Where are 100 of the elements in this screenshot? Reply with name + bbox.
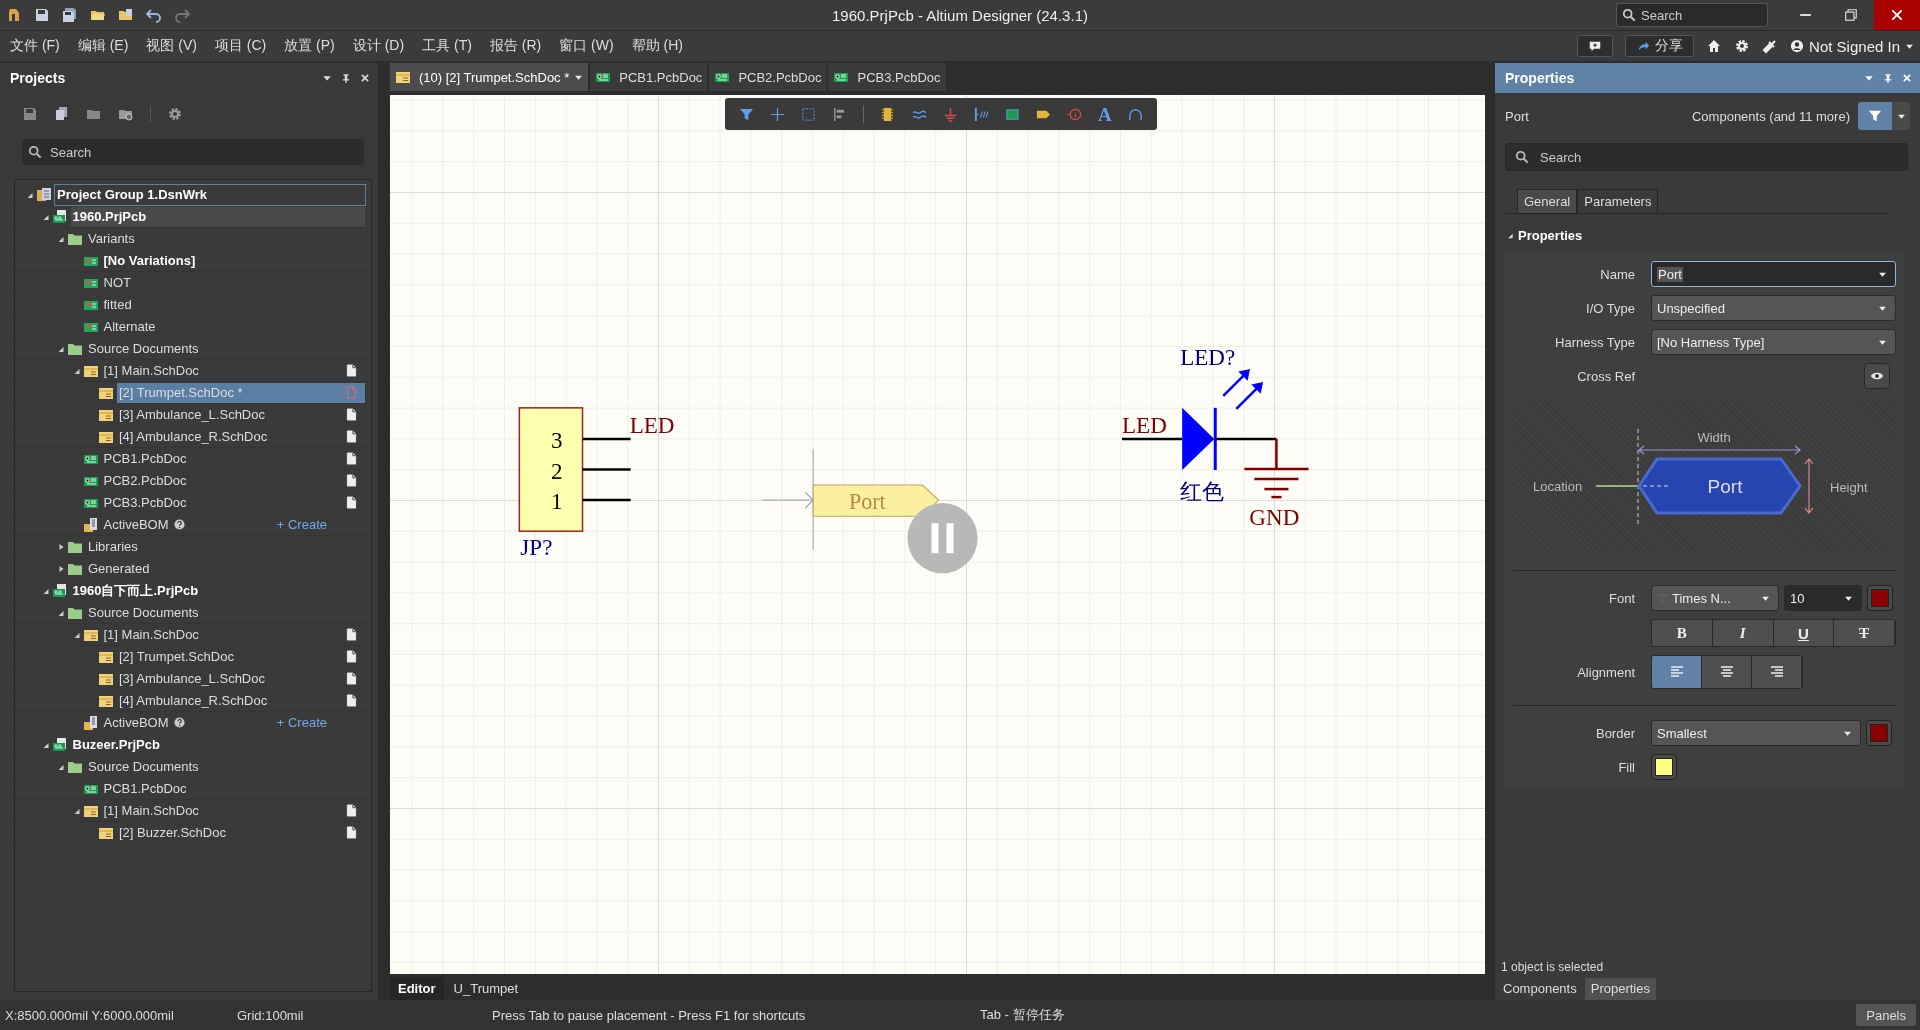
panel-menu-icon[interactable] bbox=[322, 73, 332, 83]
menu-item[interactable]: 帮助 (H) bbox=[631, 37, 683, 55]
collapse-arrow-icon[interactable] bbox=[72, 630, 81, 639]
menu-item[interactable]: 编辑 (E) bbox=[77, 37, 129, 55]
undo-icon[interactable] bbox=[146, 7, 162, 23]
menu-item[interactable]: 报告 (R) bbox=[489, 37, 542, 55]
border-dropdown[interactable]: Smallest bbox=[1651, 720, 1861, 746]
redo-icon[interactable] bbox=[174, 7, 190, 23]
menu-item[interactable]: 设计 (D) bbox=[352, 37, 405, 55]
menu-item[interactable]: 窗口 (W) bbox=[559, 37, 614, 55]
collapse-arrow-icon[interactable] bbox=[57, 762, 65, 771]
editor-tab[interactable]: Editor bbox=[390, 976, 444, 1000]
search-field[interactable]: Search bbox=[22, 139, 364, 165]
document-tab[interactable]: PCB2.PcbDoc bbox=[709, 63, 827, 91]
connector-body[interactable] bbox=[518, 407, 584, 532]
text-style-button[interactable]: B bbox=[1652, 620, 1713, 646]
tree-item[interactable]: Source Documents bbox=[86, 602, 365, 623]
tree-item[interactable]: Project Group 1.DsnWrk bbox=[55, 184, 365, 205]
section-header[interactable]: Properties bbox=[1507, 228, 1920, 243]
tree-item[interactable]: [No Variations] bbox=[101, 250, 365, 271]
directive-icon[interactable] bbox=[1066, 106, 1082, 122]
text-tool[interactable]: A bbox=[1097, 104, 1112, 124]
pin-icon[interactable] bbox=[341, 73, 351, 83]
tree-item[interactable]: PCB2.PcbDoc bbox=[101, 470, 365, 491]
feedback-button[interactable] bbox=[1577, 35, 1614, 57]
tree-item[interactable]: [2] Trumpet.SchDoc bbox=[117, 646, 365, 667]
arc-icon[interactable] bbox=[1127, 106, 1143, 122]
save-icon[interactable] bbox=[34, 7, 50, 23]
bus-icon[interactable] bbox=[973, 106, 989, 122]
align-right-button[interactable] bbox=[1752, 656, 1802, 688]
share-button[interactable]: 分享 bbox=[1625, 35, 1695, 57]
align-center-button[interactable] bbox=[1702, 656, 1752, 688]
tree-item[interactable]: [1] Main.SchDoc bbox=[101, 360, 365, 381]
tree-item[interactable]: Variants bbox=[86, 228, 365, 249]
collapse-arrow-icon[interactable] bbox=[41, 212, 50, 221]
filter-icon[interactable] bbox=[739, 106, 755, 122]
close-button[interactable] bbox=[1874, 0, 1920, 30]
copy-icon[interactable] bbox=[54, 106, 70, 122]
document-tab[interactable]: PCB3.PcbDoc bbox=[828, 63, 946, 91]
tree-item[interactable]: [4] Ambulance_R.SchDoc bbox=[117, 690, 365, 711]
panels-button[interactable]: Panels bbox=[1856, 1004, 1916, 1026]
document-tab[interactable]: PCB1.PcbDoc bbox=[590, 63, 708, 91]
tree-item[interactable]: [2] Buzzer.SchDoc bbox=[117, 822, 365, 843]
panel-tab[interactable]: Parameters bbox=[1577, 189, 1659, 213]
open-project-icon[interactable] bbox=[118, 7, 134, 23]
collapse-arrow-icon[interactable] bbox=[41, 740, 50, 749]
tree-item[interactable]: [3] Ambulance_L.SchDoc bbox=[117, 668, 365, 689]
collapse-arrow-icon[interactable] bbox=[72, 806, 81, 815]
create-link[interactable]: + Create bbox=[276, 517, 327, 532]
menu-item[interactable]: 项目 (C) bbox=[214, 37, 267, 55]
align-left-button[interactable] bbox=[1652, 656, 1702, 688]
search-field[interactable]: Search bbox=[1616, 3, 1768, 27]
settings-icon[interactable] bbox=[167, 106, 183, 122]
tree-item[interactable]: PCB1.PcbDoc bbox=[101, 448, 365, 469]
tree-item[interactable]: ActiveBOM + Create bbox=[101, 514, 365, 535]
menu-item[interactable]: 放置 (P) bbox=[284, 37, 335, 55]
collapse-arrow-icon[interactable] bbox=[57, 608, 65, 617]
tree-item[interactable]: PCB3.PcbDoc bbox=[101, 492, 365, 513]
expand-arrow-icon[interactable] bbox=[57, 564, 65, 573]
settings-icon[interactable] bbox=[1734, 38, 1751, 54]
tree-item[interactable]: Source Documents bbox=[86, 756, 365, 777]
collapse-arrow-icon[interactable] bbox=[72, 366, 81, 375]
close-icon[interactable] bbox=[360, 73, 370, 83]
home-icon[interactable] bbox=[1706, 38, 1723, 54]
text-style-button[interactable]: T bbox=[1834, 620, 1895, 646]
chip-icon[interactable] bbox=[1004, 106, 1020, 122]
text-style-button[interactable]: I bbox=[1712, 620, 1774, 646]
tree-item[interactable]: [4] Ambulance_R.SchDoc bbox=[117, 426, 365, 447]
tree-item[interactable]: [1] Main.SchDoc bbox=[101, 800, 365, 821]
account-menu[interactable]: Not Signed In bbox=[1790, 37, 1914, 55]
menu-item[interactable]: 视图 (V) bbox=[146, 37, 197, 55]
document-tab[interactable]: (10) [2] Trumpet.SchDoc * bbox=[390, 63, 589, 91]
collapse-arrow-icon[interactable] bbox=[41, 586, 50, 595]
tree-item[interactable]: Libraries bbox=[86, 536, 365, 557]
filter-dropdown-button[interactable] bbox=[1892, 102, 1910, 130]
tree-item[interactable]: ActiveBOM + Create bbox=[101, 712, 365, 733]
tree-item[interactable]: [3] Ambulance_L.SchDoc bbox=[117, 404, 365, 425]
collapse-arrow-icon[interactable] bbox=[26, 190, 34, 199]
editor-tab[interactable]: U_Trumpet bbox=[445, 976, 527, 1000]
tree-item[interactable]: PCB1.PcbDoc bbox=[101, 778, 365, 799]
save-all-icon[interactable] bbox=[62, 7, 78, 23]
tree-item[interactable]: Alternate bbox=[101, 316, 365, 337]
filter-button[interactable] bbox=[1858, 102, 1892, 130]
help-icon[interactable] bbox=[173, 717, 185, 728]
create-link[interactable]: + Create bbox=[276, 715, 327, 730]
menu-item[interactable]: 文件 (F) bbox=[10, 37, 60, 55]
collapse-arrow-icon[interactable] bbox=[57, 344, 65, 353]
text-style-button[interactable]: U bbox=[1773, 620, 1835, 646]
panel-tab[interactable]: Properties bbox=[1584, 978, 1656, 1000]
tree-item[interactable]: fitted bbox=[101, 294, 365, 315]
component-icon[interactable] bbox=[880, 106, 896, 122]
tree-item[interactable]: Generated bbox=[86, 558, 365, 579]
panel-menu-icon[interactable] bbox=[1864, 73, 1874, 83]
ground-icon[interactable] bbox=[942, 106, 958, 122]
dropdown[interactable]: Unspecified bbox=[1651, 295, 1896, 321]
tree-item[interactable]: NOT bbox=[101, 272, 365, 293]
pin-icon[interactable] bbox=[1883, 73, 1893, 83]
tree-item[interactable]: 1960自下而上.PrjPcb bbox=[70, 580, 365, 601]
font-dropdown[interactable]: Times N... bbox=[1651, 585, 1779, 611]
name-field[interactable]: Port bbox=[1651, 261, 1896, 287]
